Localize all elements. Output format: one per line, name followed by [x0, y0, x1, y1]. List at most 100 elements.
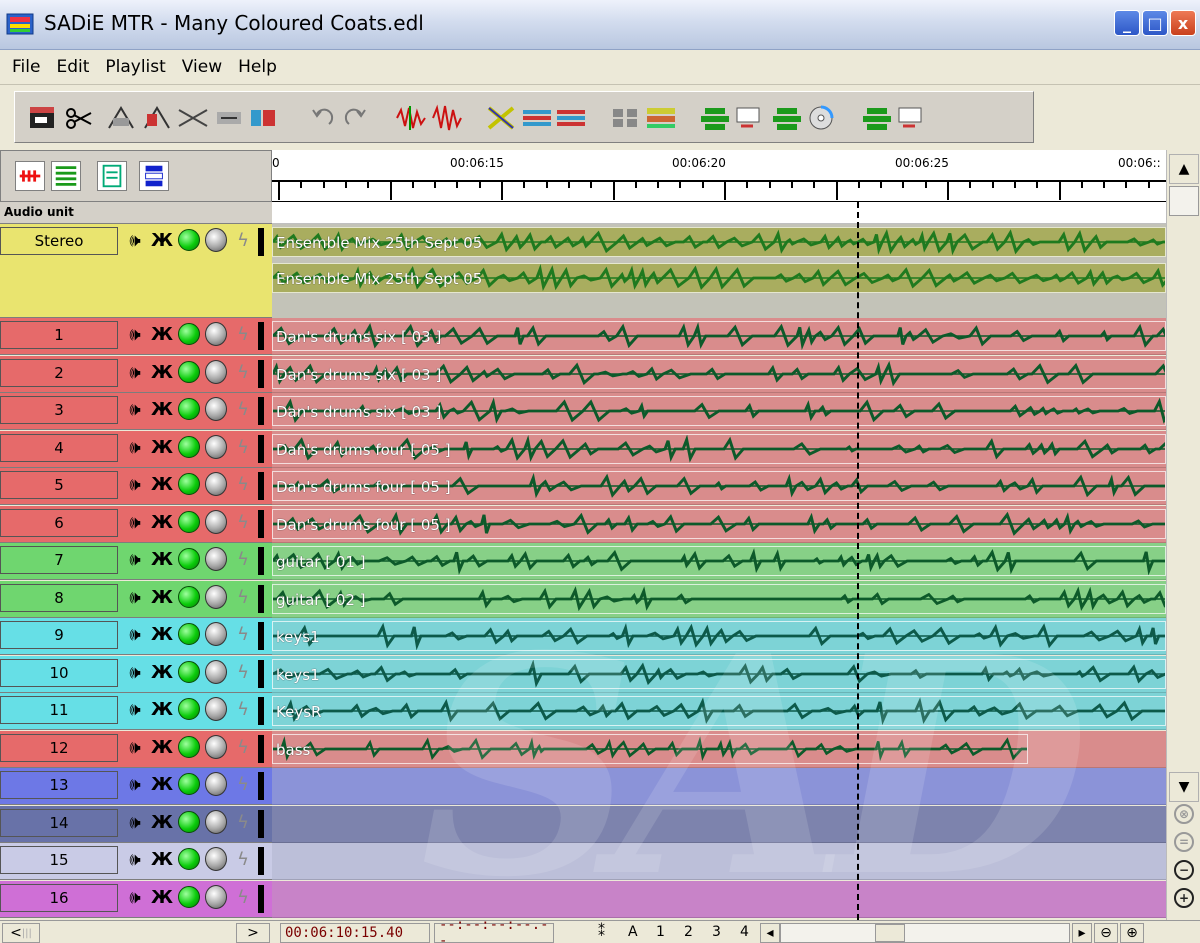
track-lane-6[interactable]: Dan's drums four [ 05 ]: [272, 506, 1166, 543]
pan-knob-icon[interactable]: [205, 510, 227, 534]
track-name[interactable]: 4: [0, 434, 118, 462]
speaker-icon[interactable]: 🕪: [124, 697, 146, 721]
pan-knob-icon[interactable]: [205, 735, 227, 759]
record-stack-icon[interactable]: [699, 104, 731, 132]
zoom-in-icon[interactable]: ⊕: [1120, 923, 1144, 943]
marker-1[interactable]: 1: [656, 924, 665, 940]
track-lane-2[interactable]: Dan's drums six [ 03 ]: [272, 356, 1166, 393]
track-name[interactable]: 12: [0, 734, 118, 762]
region-icon[interactable]: [247, 104, 279, 132]
track-header-9[interactable]: 9 🕪 Жϟ: [0, 618, 272, 655]
scroll-right-button[interactable]: >: [236, 923, 270, 943]
mute-icon[interactable]: Ж: [151, 228, 173, 252]
track-lane-16[interactable]: [272, 881, 1166, 918]
track-name[interactable]: 13: [0, 771, 118, 799]
mute-icon[interactable]: Ж: [151, 735, 173, 759]
track-header-8[interactable]: 8 🕪 Жϟ: [0, 581, 272, 618]
zoom-out-icon[interactable]: ⊖: [1094, 923, 1118, 943]
audio-clip[interactable]: keys1: [272, 659, 1166, 689]
record-arm-led[interactable]: [178, 436, 200, 458]
audio-clip[interactable]: Dan's drums four [ 05 ]: [272, 471, 1166, 501]
track-header-5[interactable]: 5 🕪 Жϟ: [0, 468, 272, 505]
record-arm-led[interactable]: [178, 548, 200, 570]
input-bolt-icon[interactable]: ϟ: [232, 472, 254, 496]
track-lane-15[interactable]: [272, 843, 1166, 880]
mute-icon[interactable]: Ж: [151, 360, 173, 384]
speaker-icon[interactable]: 🕪: [124, 360, 146, 384]
split-marker-icon[interactable]: ⁑: [598, 924, 605, 940]
track-lane-13[interactable]: [272, 768, 1166, 805]
speaker-icon[interactable]: 🕪: [124, 660, 146, 684]
track-name[interactable]: 16: [0, 884, 118, 912]
track-header-16[interactable]: 16 🕪 Жϟ: [0, 881, 272, 918]
record-arm-led[interactable]: [178, 811, 200, 833]
input-bolt-icon[interactable]: ϟ: [232, 660, 254, 684]
waveform-split-icon[interactable]: [395, 104, 427, 132]
grid-icon[interactable]: [609, 104, 641, 132]
speaker-icon[interactable]: 🕪: [124, 322, 146, 346]
clapper-icon[interactable]: [27, 104, 59, 132]
mute-icon[interactable]: Ж: [151, 622, 173, 646]
pan-knob-icon[interactable]: [205, 697, 227, 721]
record-arm-led[interactable]: [178, 229, 200, 251]
scroll-thumb[interactable]: [1169, 186, 1199, 216]
trim-icon[interactable]: [105, 104, 137, 132]
track-header-10[interactable]: 10 🕪 Жϟ: [0, 656, 272, 693]
input-bolt-icon[interactable]: ϟ: [232, 622, 254, 646]
input-bolt-icon[interactable]: ϟ: [232, 228, 254, 252]
record-arm-led[interactable]: [178, 886, 200, 908]
track-header-3[interactable]: 3 🕪 Жϟ: [0, 393, 272, 430]
speaker-icon[interactable]: 🕪: [124, 810, 146, 834]
record-arm-led[interactable]: [178, 736, 200, 758]
marker-2[interactable]: 2: [684, 924, 693, 940]
track-name[interactable]: 8: [0, 584, 118, 612]
waveform-icon[interactable]: [431, 104, 463, 132]
track-lane-14[interactable]: [272, 806, 1166, 843]
pan-knob-icon[interactable]: [205, 885, 227, 909]
track-name[interactable]: 3: [0, 396, 118, 424]
mute-icon[interactable]: Ж: [151, 810, 173, 834]
track-lane-3[interactable]: Dan's drums six [ 03 ]: [272, 393, 1166, 430]
record-arm-led[interactable]: [178, 848, 200, 870]
zoom-fit-icon[interactable]: ⊗: [1174, 804, 1194, 824]
export-2-icon[interactable]: [895, 104, 927, 132]
audio-clip[interactable]: KeysR: [272, 696, 1166, 726]
lanes-icon[interactable]: [645, 104, 677, 132]
maximize-button[interactable]: □: [1142, 10, 1168, 36]
record-arm-led[interactable]: [178, 661, 200, 683]
mute-icon[interactable]: Ж: [151, 697, 173, 721]
marker-4[interactable]: 4: [740, 924, 749, 940]
record-arm-led[interactable]: [178, 323, 200, 345]
speaker-icon[interactable]: 🕪: [124, 397, 146, 421]
track-header-6[interactable]: 6 🕪 Жϟ: [0, 506, 272, 543]
record-arm-led[interactable]: [178, 773, 200, 795]
audio-clip[interactable]: guitar [ 01 ]: [272, 546, 1166, 576]
stereo-lane[interactable]: Ensemble Mix 25th Sept 05 Ensemble Mix 25…: [272, 224, 1166, 318]
input-bolt-icon[interactable]: ϟ: [232, 322, 254, 346]
track-name[interactable]: 15: [0, 846, 118, 874]
speaker-icon[interactable]: 🕪: [124, 735, 146, 759]
scroll-left-button[interactable]: < |||: [2, 923, 40, 943]
record-arm-led[interactable]: [178, 473, 200, 495]
mixer-view-icon[interactable]: [97, 161, 127, 191]
input-bolt-icon[interactable]: ϟ: [232, 397, 254, 421]
track-header-12[interactable]: 12 🕪 Жϟ: [0, 731, 272, 768]
track-name[interactable]: 10: [0, 659, 118, 687]
trim-alt-icon[interactable]: [141, 104, 173, 132]
pan-knob-icon[interactable]: [205, 622, 227, 646]
input-bolt-icon[interactable]: ϟ: [232, 735, 254, 759]
audio-clip[interactable]: Dan's drums four [ 05 ]: [272, 509, 1166, 539]
pan-knob-icon[interactable]: [205, 660, 227, 684]
speaker-icon[interactable]: 🕪: [124, 435, 146, 459]
fade-alt-icon[interactable]: [555, 104, 587, 132]
speaker-icon[interactable]: 🕪: [124, 772, 146, 796]
track-header-4[interactable]: 4 🕪 Жϟ: [0, 431, 272, 468]
track-header-15[interactable]: 15 🕪 Жϟ: [0, 843, 272, 880]
close-button[interactable]: x: [1170, 10, 1196, 36]
mute-icon[interactable]: Ж: [151, 435, 173, 459]
mute-icon[interactable]: Ж: [151, 472, 173, 496]
marker-3[interactable]: 3: [712, 924, 721, 940]
track-name[interactable]: Stereo: [0, 227, 118, 255]
pan-knob-icon[interactable]: [205, 397, 227, 421]
edit-mode-icon[interactable]: [15, 161, 45, 191]
